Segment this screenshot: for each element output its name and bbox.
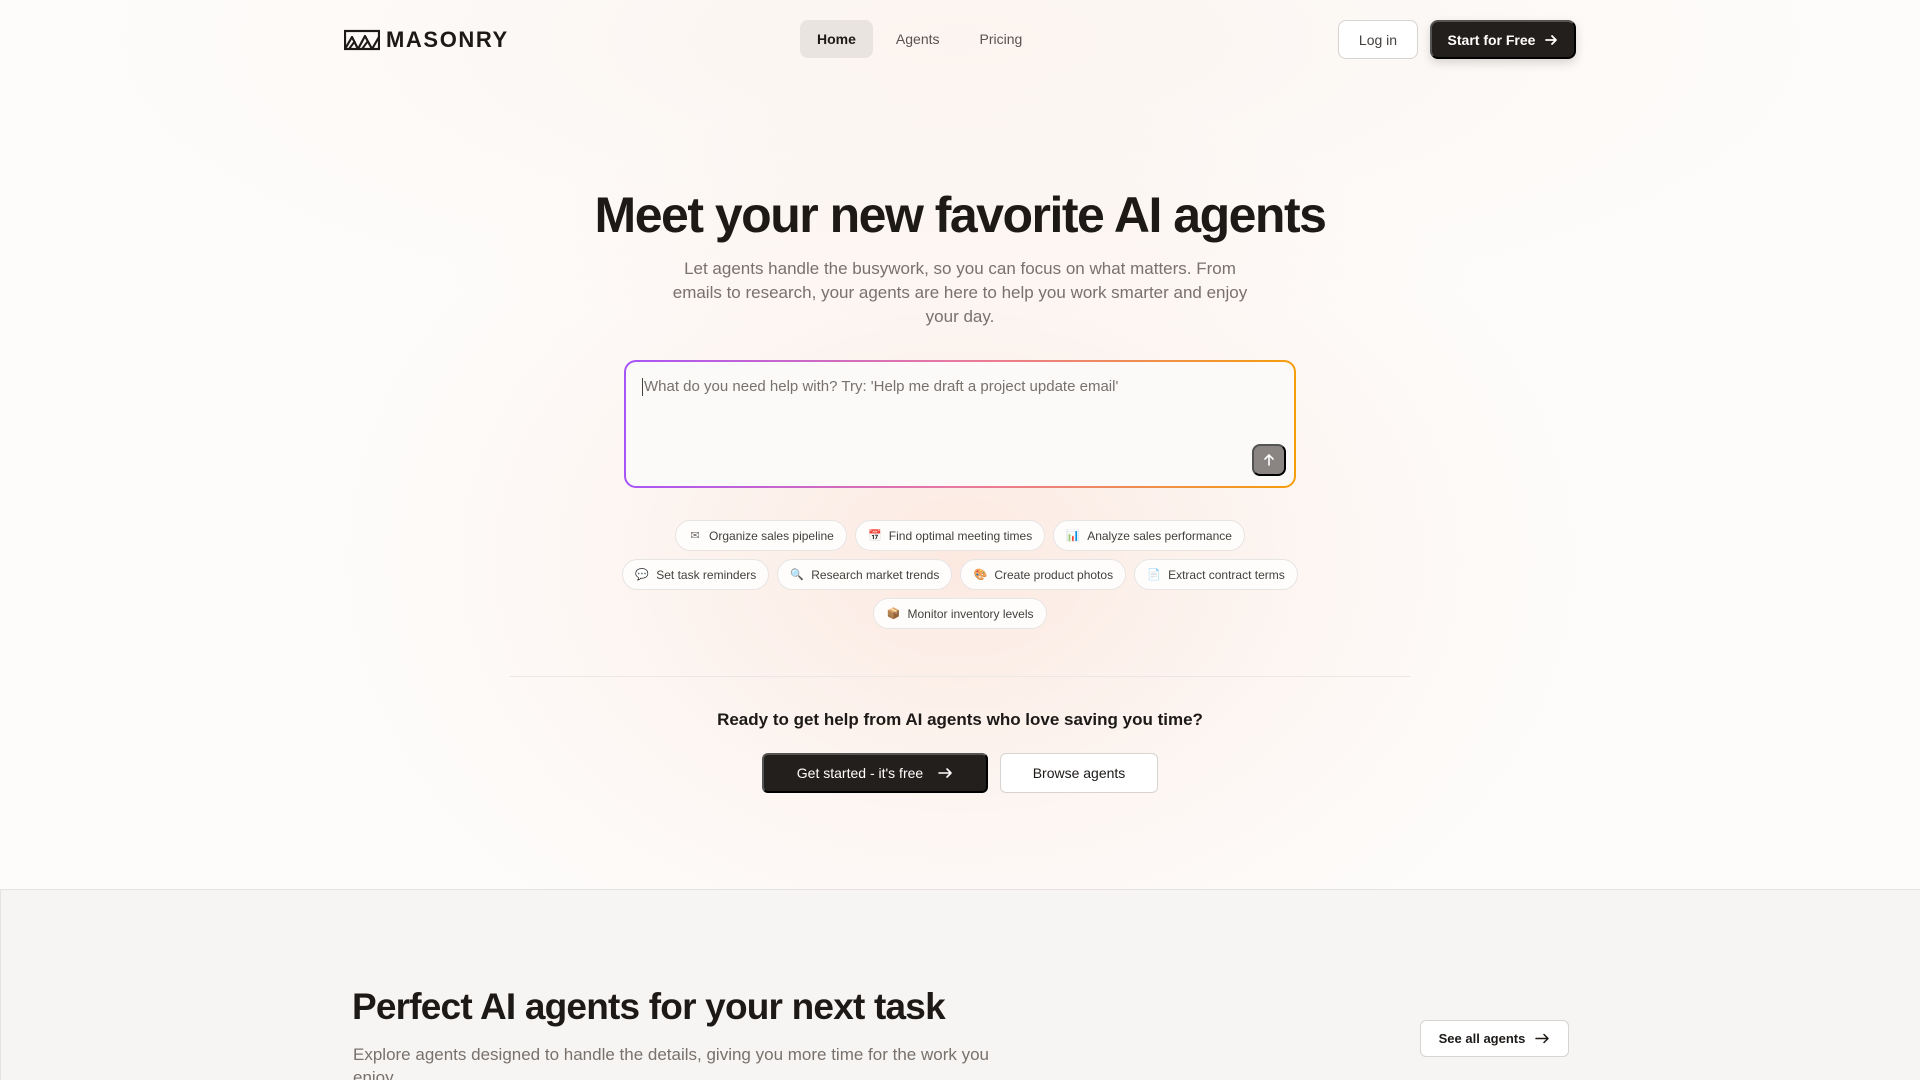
- bar-chart-icon: 📊: [1066, 530, 1081, 542]
- prompt-placeholder: What do you need help with? Try: 'Help m…: [642, 378, 1119, 396]
- chip-row: 💬 Set task reminders 🔍 Research market t…: [0, 559, 1920, 590]
- chip-label: Set task reminders: [656, 567, 757, 582]
- chip-label: Create product photos: [994, 567, 1114, 582]
- envelope-icon: ✉: [690, 530, 700, 542]
- document-icon: 📄: [1147, 569, 1161, 581]
- top-navbar: MASONRY Home Agents Pricing Log in Start…: [0, 0, 1920, 80]
- prompt-input[interactable]: What do you need help with? Try: 'Help m…: [626, 362, 1294, 486]
- start-for-free-label: Start for Free: [1447, 31, 1536, 48]
- chip-label: Find optimal meeting times: [888, 528, 1033, 543]
- browse-agents-button[interactable]: Browse agents: [1000, 753, 1158, 793]
- get-started-button[interactable]: Get started - it's free: [762, 753, 988, 793]
- chip-analyze-sales-performance[interactable]: 📊 Analyze sales performance: [1053, 520, 1245, 551]
- prompt-box: What do you need help with? Try: 'Help m…: [624, 360, 1296, 488]
- brand-name: MASONRY: [386, 27, 509, 52]
- get-started-label: Get started - it's free: [796, 765, 924, 781]
- chip-set-task-reminders[interactable]: 💬 Set task reminders: [622, 559, 770, 590]
- arrow-right-icon: [1545, 34, 1558, 45]
- main-nav: Home Agents Pricing: [800, 20, 1039, 58]
- arrow-right-icon: [1535, 1033, 1550, 1044]
- brand-logo[interactable]: MASONRY: [344, 27, 509, 53]
- nav-pricing[interactable]: Pricing: [963, 20, 1040, 58]
- chip-label: Analyze sales performance: [1087, 528, 1232, 543]
- nav-home[interactable]: Home: [800, 20, 873, 58]
- cta-heading: Ready to get help from AI agents who lov…: [717, 710, 1203, 729]
- section-subtitle: Explore agents designed to handle the de…: [353, 1045, 989, 1080]
- suggestion-chips: ✉ Organize sales pipeline 📅 Find optimal…: [0, 520, 1920, 637]
- section-title: Perfect AI agents for your next task: [352, 986, 946, 1027]
- chip-row: ✉ Organize sales pipeline 📅 Find optimal…: [0, 520, 1920, 551]
- chip-label: Monitor inventory levels: [907, 606, 1034, 621]
- chip-organize-sales-pipeline[interactable]: ✉ Organize sales pipeline: [675, 520, 847, 551]
- chip-label: Extract contract terms: [1168, 567, 1285, 582]
- chip-create-product-photos[interactable]: 🎨 Create product photos: [960, 559, 1127, 590]
- palette-icon: 🎨: [973, 569, 988, 581]
- login-button[interactable]: Log in: [1338, 20, 1418, 59]
- chip-row: 📦 Monitor inventory levels: [0, 598, 1920, 629]
- masonry-logo-icon: [344, 29, 380, 51]
- agents-section: Perfect AI agents for your next task Exp…: [0, 889, 1920, 1080]
- chat-bubble-icon: 💬: [635, 569, 650, 581]
- arrow-right-icon: [938, 768, 952, 778]
- calendar-icon: 📅: [867, 530, 882, 542]
- chip-label: Organize sales pipeline: [709, 528, 834, 543]
- chip-label: Research market trends: [811, 567, 940, 582]
- chip-find-optimal-meeting-times[interactable]: 📅 Find optimal meeting times: [854, 520, 1046, 551]
- divider: [510, 676, 1410, 677]
- hero-title: Meet your new favorite AI agents: [594, 187, 1327, 243]
- arrow-up-icon: [1264, 454, 1274, 466]
- see-all-label: See all agents: [1438, 1031, 1526, 1046]
- magnifier-icon: 🔍: [790, 569, 805, 581]
- see-all-agents-button[interactable]: See all agents: [1420, 1020, 1569, 1057]
- chip-monitor-inventory-levels[interactable]: 📦 Monitor inventory levels: [873, 598, 1047, 629]
- nav-agents[interactable]: Agents: [879, 20, 957, 58]
- send-button[interactable]: [1252, 444, 1286, 476]
- chip-extract-contract-terms[interactable]: 📄 Extract contract terms: [1134, 559, 1298, 590]
- chip-research-market-trends[interactable]: 🔍 Research market trends: [777, 559, 953, 590]
- package-icon: 📦: [886, 608, 901, 620]
- start-for-free-button[interactable]: Start for Free: [1430, 20, 1576, 59]
- hero-subtitle: Let agents handle the busywork, so you c…: [672, 259, 1248, 326]
